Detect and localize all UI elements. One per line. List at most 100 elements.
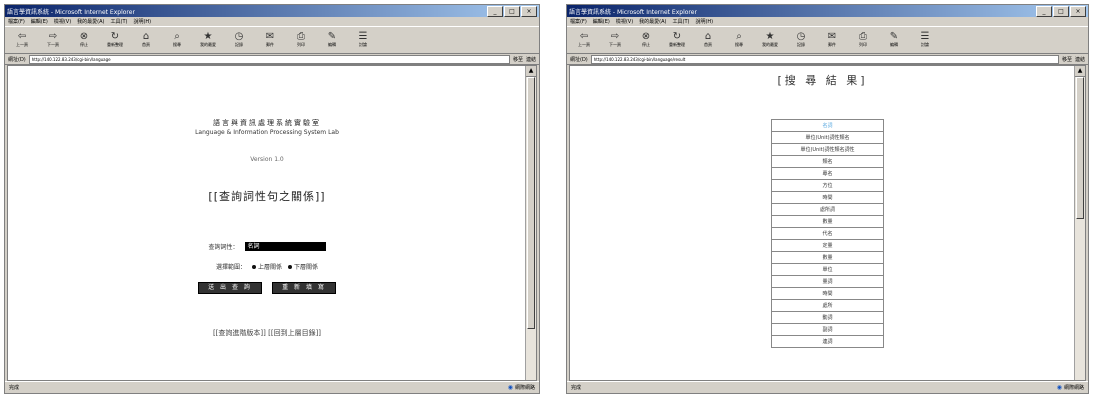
stop-button[interactable]: ⊗ 停止: [75, 30, 93, 50]
scroll-up-icon[interactable]: ▲: [526, 66, 536, 77]
radio-lower[interactable]: 下層關係: [288, 262, 318, 271]
table-cell[interactable]: 方位: [771, 179, 884, 192]
menu-edit[interactable]: 編輯(E): [31, 18, 48, 25]
footer-links[interactable]: [[查詢進階版本]] [[回到上層目錄]]: [8, 328, 526, 338]
table-cell[interactable]: 連詞: [771, 335, 884, 348]
vertical-scrollbar[interactable]: ▲: [1074, 66, 1085, 380]
edit-icon: ✎: [889, 31, 899, 42]
menu-help[interactable]: 說明(H): [695, 18, 713, 25]
back-button[interactable]: ⇦ 上一頁: [575, 30, 593, 50]
history-icon: ◷: [796, 31, 806, 42]
stop-button[interactable]: ⊗ 停止: [637, 30, 655, 50]
favorites-button[interactable]: ★ 我的最愛: [761, 30, 779, 50]
refresh-icon: ↻: [672, 31, 682, 42]
forward-button[interactable]: ⇨ 下一頁: [44, 30, 62, 50]
table-cell[interactable]: 代名: [771, 227, 884, 240]
search-button[interactable]: ⌕ 搜尋: [730, 30, 748, 50]
favorites-icon: ★: [765, 31, 775, 42]
radio-upper[interactable]: 上層關係: [251, 262, 282, 271]
discuss-button[interactable]: ☰ 討論: [354, 30, 372, 50]
globe-icon: ◉: [1056, 384, 1062, 391]
table-cell[interactable]: 單位: [771, 263, 884, 276]
refresh-button[interactable]: ↻ 重新整理: [668, 30, 686, 50]
print-button[interactable]: ⎙ 列印: [854, 30, 872, 50]
scroll-thumb[interactable]: [1076, 77, 1084, 219]
history-button[interactable]: ◷ 記錄: [792, 30, 810, 50]
toolbar: ⇦ 上一頁 ⇨ 下一頁 ⊗ 停止 ↻ 重新整理 ⌂ 首頁 ⌕ 搜尋 ★ 我的最愛 ◷ 記錄 ✉ 郵…: [5, 26, 539, 54]
links-button[interactable]: 連結: [526, 56, 536, 63]
home-button[interactable]: ⌂ 首頁: [137, 30, 155, 50]
window-title: 語言學資訊系統 - Microsoft Internet Explorer: [7, 8, 135, 16]
maximize-icon[interactable]: □: [1053, 5, 1069, 17]
close-icon[interactable]: ×: [521, 5, 537, 17]
discuss-button[interactable]: ☰ 討論: [916, 30, 934, 50]
minimize-icon[interactable]: _: [1036, 5, 1052, 17]
submit-button[interactable]: 送 出 查 詢: [198, 282, 262, 294]
table-cell[interactable]: 動詞: [771, 311, 884, 324]
home-button[interactable]: ⌂ 首頁: [699, 30, 717, 50]
menu-help[interactable]: 說明(H): [133, 18, 151, 25]
table-cell[interactable]: 數量: [771, 215, 884, 228]
search-button[interactable]: ⌕ 搜尋: [168, 30, 186, 50]
vertical-scrollbar[interactable]: ▲: [525, 66, 536, 380]
menu-edit[interactable]: 編輯(E): [593, 18, 610, 25]
scroll-up-icon[interactable]: ▲: [1075, 66, 1085, 77]
mail-button[interactable]: ✉ 郵件: [823, 30, 841, 50]
query-input[interactable]: 名詞: [244, 242, 326, 251]
menu-view[interactable]: 檢視(V): [616, 18, 633, 25]
table-cell[interactable]: 副詞: [771, 323, 884, 336]
close-icon[interactable]: ×: [1070, 5, 1086, 17]
table-row: 單位(Unit)詞性類名詞性: [771, 143, 884, 156]
scroll-thumb[interactable]: [527, 77, 535, 329]
maximize-icon[interactable]: □: [504, 5, 520, 17]
table-cell[interactable]: 處所: [771, 299, 884, 312]
table-cell[interactable]: 類名: [771, 155, 884, 168]
table-cell[interactable]: 處所詞: [771, 203, 884, 216]
table-cell[interactable]: 專名: [771, 167, 884, 180]
forward-icon: ⇨: [48, 31, 58, 42]
edit-button[interactable]: ✎ 編輯: [323, 30, 341, 50]
page-title: [[查詢詞性句之關係]]: [208, 190, 326, 203]
print-button[interactable]: ⎙ 列印: [292, 30, 310, 50]
menu-file[interactable]: 檔案(F): [8, 18, 25, 25]
discuss-icon: ☰: [358, 31, 368, 42]
history-button[interactable]: ◷ 記錄: [230, 30, 248, 50]
edit-button[interactable]: ✎ 編輯: [885, 30, 903, 50]
mail-button[interactable]: ✉ 郵件: [261, 30, 279, 50]
favorites-button[interactable]: ★ 我的最愛: [199, 30, 217, 50]
menu-favorites[interactable]: 我的最愛(A): [639, 18, 666, 25]
address-input[interactable]: http://140.122.83.243/cgi-bin/language/r…: [590, 54, 1059, 64]
go-button[interactable]: 移至: [1062, 56, 1072, 63]
menu-tools[interactable]: 工具(T): [673, 18, 690, 25]
table-row: 連詞: [771, 335, 884, 348]
table-cell[interactable]: 單位(Unit)詞性類名: [771, 131, 884, 144]
back-icon: ⇦: [17, 31, 27, 42]
table-cell[interactable]: 名詞: [771, 119, 884, 132]
zone-indicator: ◉ 網際網路: [507, 384, 535, 391]
table-cell[interactable]: 量詞: [771, 275, 884, 288]
result-title: [搜 尋 結 果]: [777, 74, 868, 87]
address-input[interactable]: http://140.122.83.243/cgi-bin/language: [28, 54, 510, 64]
stop-icon: ⊗: [79, 31, 89, 42]
back-button[interactable]: ⇦ 上一頁: [13, 30, 31, 50]
go-button[interactable]: 移至: [513, 56, 523, 63]
reset-button[interactable]: 重 新 填 寫: [272, 282, 336, 294]
browser-window-right: 語言學資訊系統 - Microsoft Internet Explorer _ …: [566, 4, 1089, 394]
result-table: 名詞 單位(Unit)詞性類名 單位(Unit)詞性類名詞性 類名 專名 方位 時間 處所詞數…: [771, 119, 884, 348]
table-cell[interactable]: 定量: [771, 239, 884, 252]
stop-icon: ⊗: [641, 31, 651, 42]
links-button[interactable]: 連結: [1075, 56, 1085, 63]
menu-view[interactable]: 檢視(V): [54, 18, 71, 25]
radio-dot-icon: [251, 264, 256, 269]
table-cell[interactable]: 時間: [771, 191, 884, 204]
menu-favorites[interactable]: 我的最愛(A): [77, 18, 104, 25]
table-row: 時間: [771, 191, 884, 204]
table-cell[interactable]: 單位(Unit)詞性類名詞性: [771, 143, 884, 156]
menu-tools[interactable]: 工具(T): [111, 18, 128, 25]
forward-button[interactable]: ⇨ 下一頁: [606, 30, 624, 50]
table-cell[interactable]: 時間: [771, 287, 884, 300]
refresh-button[interactable]: ↻ 重新整理: [106, 30, 124, 50]
menu-file[interactable]: 檔案(F): [570, 18, 587, 25]
minimize-icon[interactable]: _: [487, 5, 503, 17]
table-cell[interactable]: 數量: [771, 251, 884, 264]
